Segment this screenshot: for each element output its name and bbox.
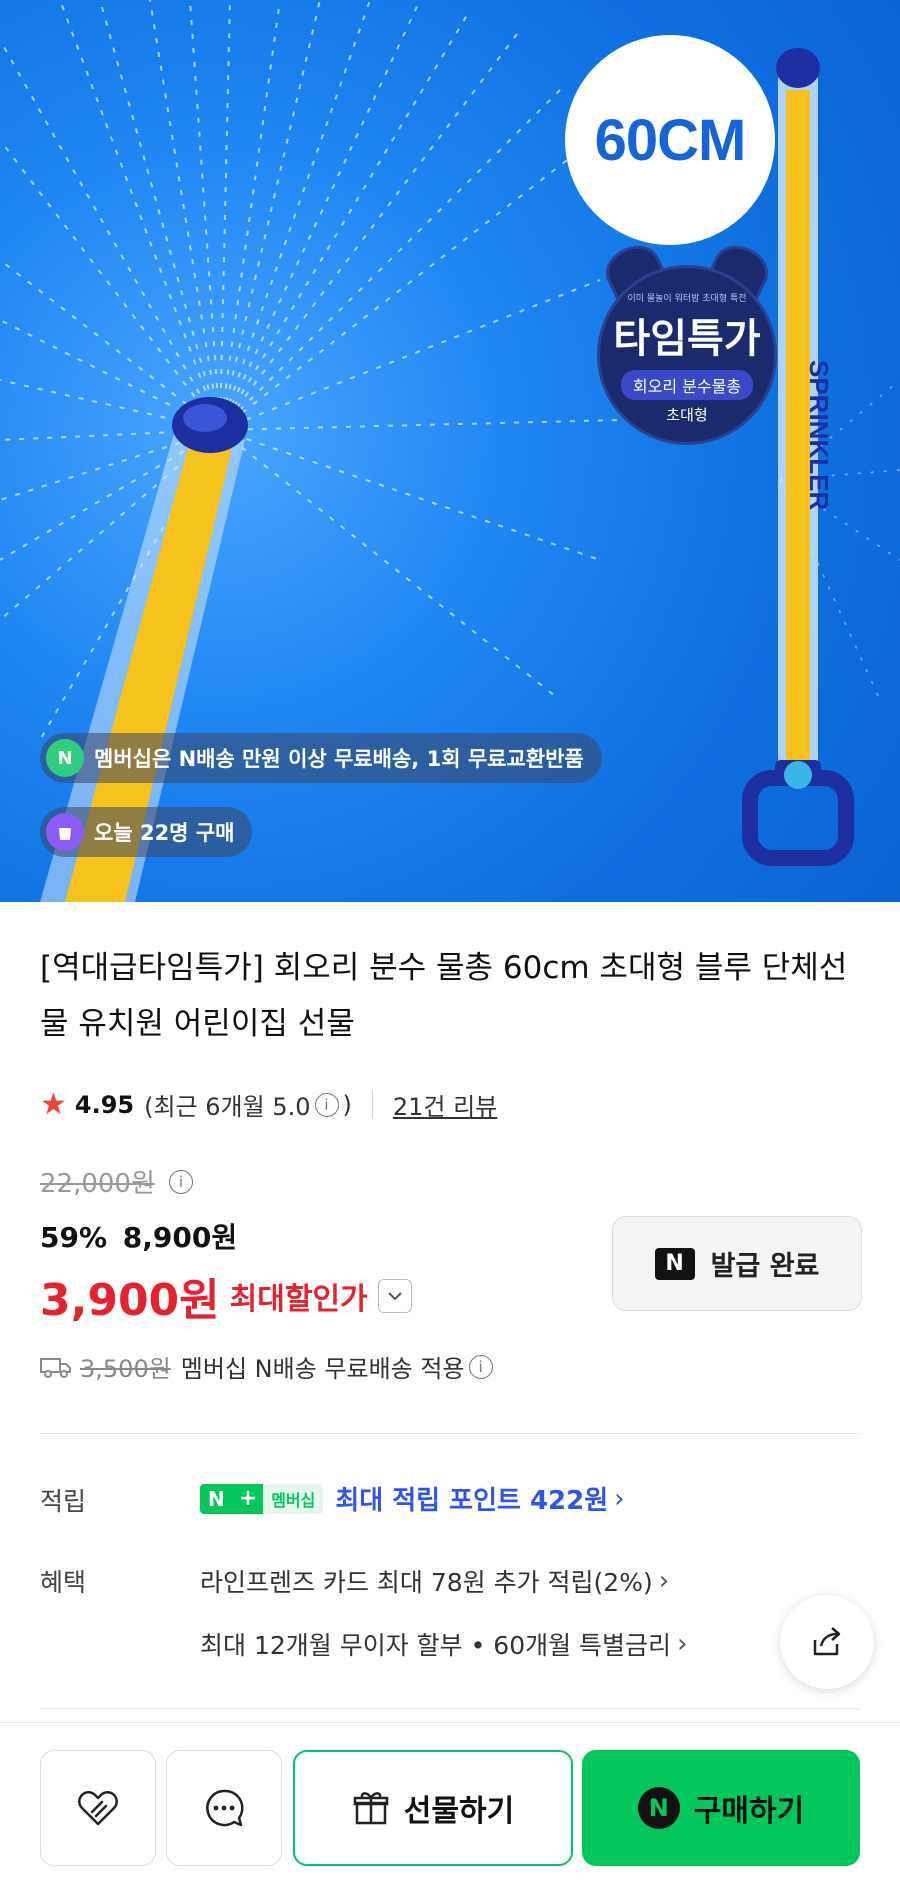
info-icon[interactable]: i [314, 1092, 339, 1117]
chevron-right-icon: › [658, 1566, 670, 1596]
shipping-original-fee: 3,500원 [80, 1355, 171, 1383]
benefits-label: 혜택 [40, 1568, 87, 1597]
shipping-text: 멤버십 N배송 무료배송 적용 [180, 1355, 465, 1383]
bottom-action-bar: 선물하기 N 구매하기 [0, 1722, 900, 1889]
buy-button[interactable]: N 구매하기 [582, 1750, 860, 1866]
star-icon: ★ [40, 1087, 67, 1122]
product-title: [역대급타임특가] 회오리 분수 물총 60cm 초대형 블루 단체선물 유치원… [40, 950, 848, 1042]
time-sale-pill: 회오리 분수물총 [620, 370, 754, 400]
reviews-link[interactable]: 21건 리뷰 [393, 1087, 497, 1122]
badge-plus: + [232, 1483, 264, 1514]
max-discount-label: 최대할인가 [229, 1282, 368, 1317]
max-discount-row: 3,900원 최대할인가 [40, 1264, 412, 1328]
chevron-down-icon[interactable] [377, 1279, 412, 1313]
chevron-right-icon: › [677, 1629, 688, 1659]
divider [40, 1708, 860, 1709]
membership-benefit-chip[interactable]: N 멤버십은 N배송 만원 이상 무료배송, 1회 무료교환반품 [40, 733, 602, 783]
max-discount-price: 3,900원 [40, 1275, 220, 1326]
buy-button-label: 구매하기 [693, 1794, 805, 1829]
badge-n: N [200, 1483, 233, 1514]
chevron-right-icon: › [614, 1483, 625, 1514]
nplus-membership-badge: N + 멤버십 [200, 1483, 324, 1514]
shopping-bag-icon [46, 813, 84, 851]
points-row[interactable]: N + 멤버십 최대 적립 포인트 422원 › [200, 1480, 625, 1517]
rating-recent-prefix: (최근 6개월 5.0 [144, 1093, 311, 1121]
tube-brand-text: SPRINKLER [804, 360, 834, 510]
rating-value: 4.95 [74, 1090, 135, 1119]
rating-row: ★ 4.95 (최근 6개월 5.0 i ) 21건 리뷰 [40, 1087, 497, 1122]
discount-price-row: 59% 8,900원 [40, 1216, 237, 1256]
heart-icon [78, 1791, 118, 1826]
discount-price: 8,900원 [122, 1221, 238, 1254]
shipping-info-icon[interactable]: i [468, 1354, 493, 1379]
original-price-row: 22,000원 i [40, 1163, 197, 1200]
max-points-text: 최대 적립 포인트 422원 [335, 1486, 609, 1516]
time-sale-small-text: 이미 물놀이 워터밤 초대형 특전 [627, 294, 747, 304]
size-badge: 60CM [565, 35, 775, 245]
chat-button[interactable] [166, 1750, 282, 1866]
discount-percent: 59% [40, 1221, 108, 1254]
membership-benefit-text: 멤버십은 N배송 만원 이상 무료배송, 1회 무료교환반품 [94, 747, 584, 771]
divider [371, 1090, 373, 1119]
time-sale-sub: 초대형 [666, 406, 708, 424]
product-hero-image: SPRINKLER 60CM 이미 물놀이 워터밤 초대형 특전 타임특가 회오… [0, 0, 900, 902]
buyers-today-chip: 오늘 22명 구매 [40, 807, 253, 857]
card-benefit-text: 라인프렌즈 카드 최대 78원 추가 적립(2%) [200, 1568, 653, 1597]
price-info-icon[interactable]: i [168, 1169, 193, 1194]
badge-membership: 멤버십 [263, 1483, 324, 1514]
truck-icon [40, 1357, 71, 1378]
wishlist-button[interactable] [40, 1750, 156, 1866]
original-price: 22,000원 [40, 1169, 155, 1199]
gift-button-label: 선물하기 [403, 1794, 515, 1829]
installment-row[interactable]: 최대 12개월 무이자 할부 • 60개월 특별금리 › [200, 1626, 687, 1662]
naver-n-icon: N [46, 739, 84, 777]
time-sale-title: 타임특가 [613, 316, 761, 362]
points-label: 적립 [40, 1487, 87, 1516]
naver-n-icon: N [654, 1247, 695, 1280]
size-label: 60CM [594, 107, 747, 173]
buyers-today-text: 오늘 22명 구매 [94, 821, 235, 845]
share-button[interactable] [780, 1595, 874, 1689]
naver-n-icon: N [637, 1787, 680, 1829]
time-sale-circle: 이미 물놀이 워터밤 초대형 특전 타임특가 회오리 분수물총 초대형 [597, 265, 777, 445]
rating-recent-suffix: ) [342, 1090, 352, 1119]
shipping-row: 3,500원 멤버십 N배송 무료배송 적용 i [40, 1349, 497, 1384]
coupon-issued-button[interactable]: N 발급 완료 [612, 1216, 862, 1311]
installment-text: 최대 12개월 무이자 할부 • 60개월 특별금리 [200, 1631, 672, 1660]
coupon-issued-label: 발급 완료 [710, 1251, 820, 1282]
time-sale-badge: 이미 물놀이 워터밤 초대형 특전 타임특가 회오리 분수물총 초대형 [597, 225, 777, 450]
share-icon [813, 1627, 841, 1656]
gift-button[interactable]: 선물하기 [293, 1750, 573, 1866]
divider [40, 1433, 860, 1434]
card-benefit-row[interactable]: 라인프렌즈 카드 최대 78원 추가 적립(2%) › [200, 1563, 669, 1599]
gift-icon [353, 1792, 389, 1825]
chat-bubble-icon [206, 1789, 244, 1827]
